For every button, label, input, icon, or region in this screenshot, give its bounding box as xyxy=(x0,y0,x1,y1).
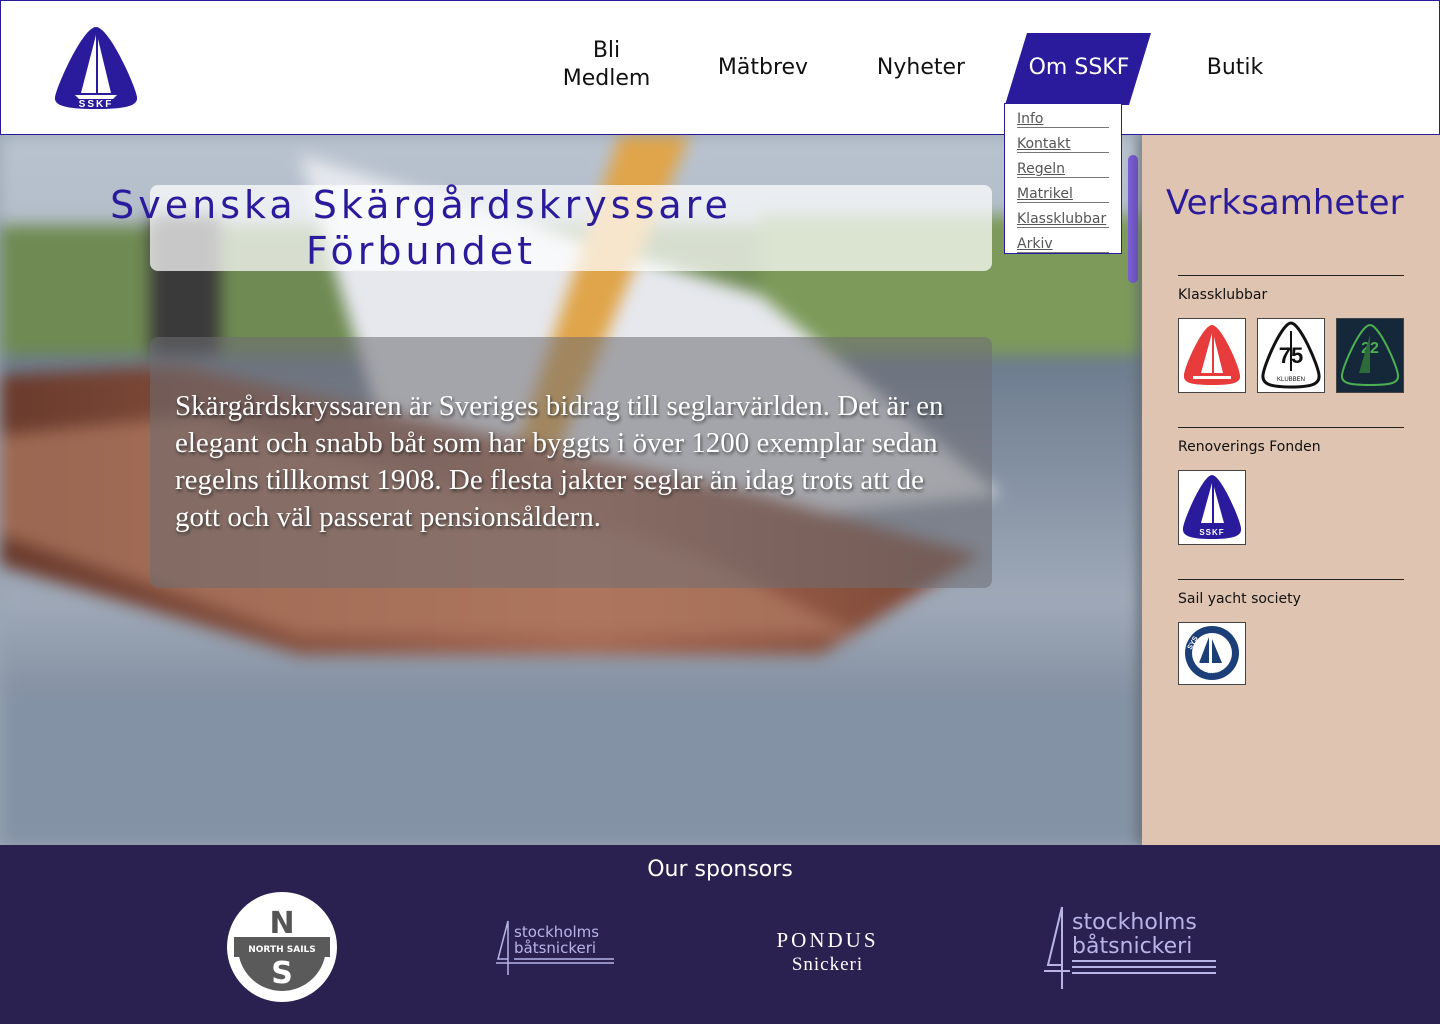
dropdown-item-info[interactable]: Info xyxy=(1017,110,1109,128)
stockholms-batsnickeri-small-logo[interactable]: stockholms båtsnickeri xyxy=(494,919,616,979)
page-title-line1: Svenska Skärgårdskryssare xyxy=(110,183,732,227)
north-sails-name: NORTH SAILS xyxy=(248,945,316,955)
sidebar-title: Verksamheter xyxy=(1166,183,1404,223)
sidebar-divider xyxy=(1178,275,1404,276)
pondus-logo-line2[interactable]: Snickeri xyxy=(760,954,895,976)
hero-section: Svenska Skärgårdskryssare Förbundet Skär… xyxy=(0,135,1142,845)
nav-bli-line2: Medlem xyxy=(562,66,651,91)
batsnickeri-small-line2: båtsnickeri xyxy=(514,939,596,957)
klassklubb-22-logo[interactable] xyxy=(1178,318,1246,393)
north-sails-n: N xyxy=(269,906,294,941)
scrollbar-thumb[interactable] xyxy=(1128,155,1138,283)
red-sail-icon xyxy=(1183,325,1241,385)
sys-icon: SYS SAIL YACHT SOCIETY xyxy=(1178,619,1239,680)
renoverings-fonden-logo[interactable]: SSKF xyxy=(1178,470,1246,545)
section-label-klassklubbar: Klassklubbar xyxy=(1178,287,1268,303)
renoverings-fonden-logo-text: SSKF xyxy=(1199,528,1224,537)
klassklubb-22-green-logo[interactable]: 22 xyxy=(1336,318,1404,393)
verksamheter-sidebar: Verksamheter Klassklubbar 75 KLUBBEN 22 … xyxy=(1142,135,1440,845)
batsnickeri-large-line1: stockholms xyxy=(1072,910,1197,935)
nav-om-label: Om SSKF xyxy=(1028,55,1130,80)
section-label-sail-yacht-society: Sail yacht society xyxy=(1178,591,1301,607)
north-sails-s: S xyxy=(271,956,293,991)
sskf-logo-text: SSKF xyxy=(79,99,114,110)
dropdown-item-klassklubbar[interactable]: Klassklubbar xyxy=(1017,210,1109,228)
sponsors-title: Our sponsors xyxy=(647,857,793,882)
nav-butik[interactable]: Butik xyxy=(1197,54,1273,82)
pondus-logo-line1[interactable]: PONDUS xyxy=(760,928,895,953)
sskf-sail-icon: SSKF xyxy=(1182,475,1242,539)
svg-text:22: 22 xyxy=(1361,340,1379,357)
north-sails-logo[interactable]: N NORTH SAILS S xyxy=(226,891,338,1003)
nav-om-sskf[interactable]: Om SSKF xyxy=(1005,33,1153,105)
sponsors-footer: Our sponsors N NORTH SAILS S stockholms … xyxy=(0,845,1440,1024)
sskf-logo[interactable]: SSKF xyxy=(53,25,139,111)
dropdown-item-matrikel[interactable]: Matrikel xyxy=(1017,185,1109,203)
75-klubben-text: KLUBBEN xyxy=(1277,377,1305,383)
page-title-line2: Förbundet xyxy=(305,229,537,273)
sidebar-divider xyxy=(1178,579,1404,580)
75-klubben-icon: 75 KLUBBEN xyxy=(1261,321,1321,389)
green-sail-icon: 22 xyxy=(1340,323,1400,387)
stockholms-batsnickeri-large-logo[interactable]: stockholms båtsnickeri xyxy=(1040,905,1220,993)
nav-bli-medlem[interactable]: Bli Medlem xyxy=(549,37,664,93)
klassklubb-75-logo[interactable]: 75 KLUBBEN xyxy=(1257,318,1325,393)
sidebar-divider xyxy=(1178,427,1404,428)
section-label-renoverings-fonden: Renoverings Fonden xyxy=(1178,439,1321,455)
nav-matbrev[interactable]: Mätbrev xyxy=(707,54,819,82)
dropdown-item-arkiv[interactable]: Arkiv xyxy=(1017,235,1109,253)
page-title: Svenska Skärgårdskryssare Förbundet xyxy=(0,182,842,274)
nav-bli-line1: Bli xyxy=(592,38,621,63)
nav-nyheter[interactable]: Nyheter xyxy=(869,54,973,82)
om-sskf-dropdown: Info Kontakt Regeln Matrikel Klassklubba… xyxy=(1004,103,1122,254)
intro-text: Skärgårdskryssaren är Sveriges bidrag ti… xyxy=(175,390,944,533)
batsnickeri-large-line2: båtsnickeri xyxy=(1072,933,1192,959)
dropdown-item-regeln[interactable]: Regeln xyxy=(1017,160,1109,178)
sail-yacht-society-logo[interactable]: SYS SAIL YACHT SOCIETY xyxy=(1178,619,1246,685)
dropdown-item-kontakt[interactable]: Kontakt xyxy=(1017,135,1109,153)
site-header: SSKF Bli Medlem Mätbrev Nyheter Om SSKF … xyxy=(0,0,1440,135)
